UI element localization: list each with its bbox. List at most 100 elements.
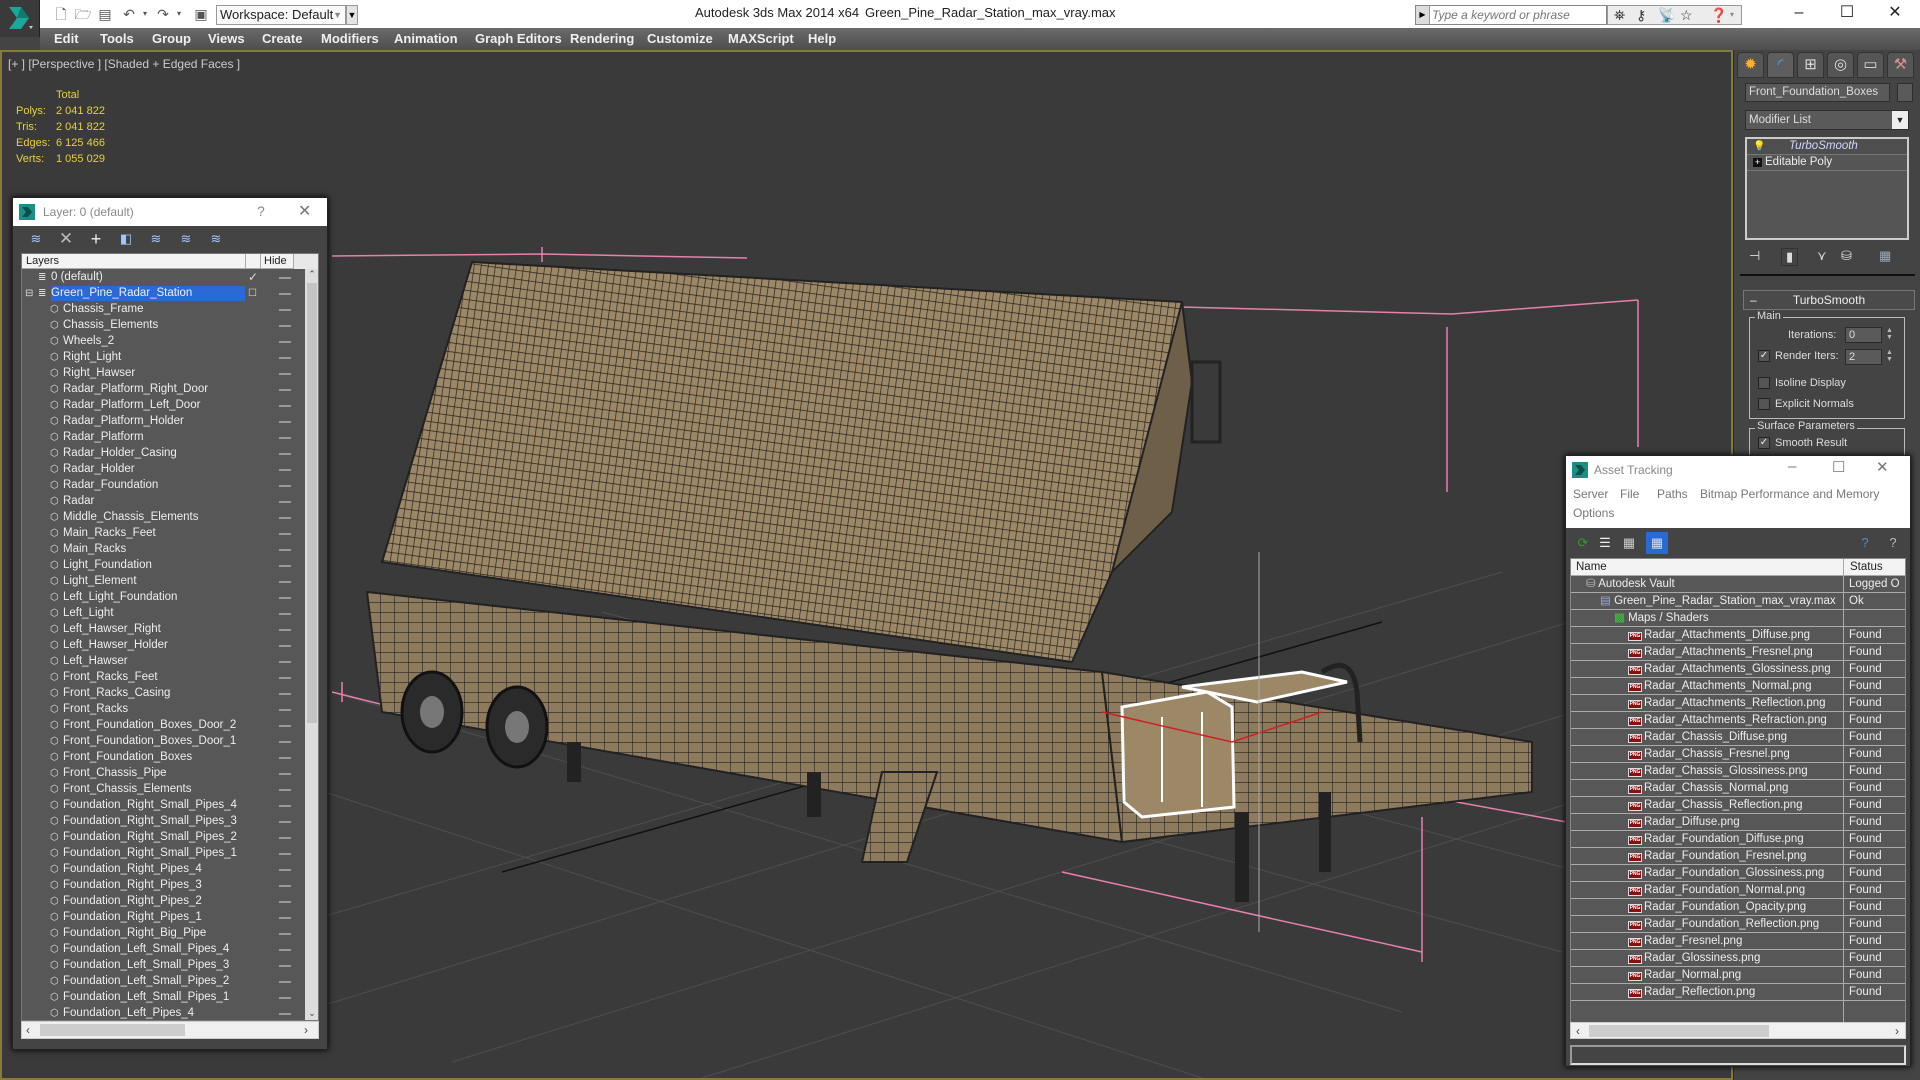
column-status[interactable]: Status [1843,559,1883,576]
hide-toggle[interactable] [279,1013,291,1015]
asset-row[interactable]: PNG Radar_Foundation_Reflection.png Found [1571,916,1905,933]
hide-toggle[interactable] [279,693,291,695]
hide-toggle[interactable] [279,405,291,407]
hide-toggle[interactable] [279,421,291,423]
current-layer-checkbox[interactable]: ☐ [248,286,257,301]
object-row[interactable]: ⬡ Foundation_Right_Small_Pipes_3 [22,814,297,830]
object-row[interactable]: ⬡ Front_Racks_Feet [22,670,297,686]
search-expand-icon[interactable]: ▶ [1416,6,1430,24]
undo-dropdown-icon[interactable]: ▾ [136,5,154,23]
asset-tracking-titlebar[interactable]: Asset Tracking – ☐ ✕ Server File Paths B… [1566,456,1910,528]
object-row[interactable]: ⬡ Front_Foundation_Boxes_Door_2 [22,718,297,734]
object-row[interactable]: ⬡ Radar_Holder [22,462,297,478]
object-row[interactable]: ⬡ Main_Racks [22,542,297,558]
hide-toggle[interactable] [279,997,291,999]
object-row[interactable]: ⬡ Foundation_Right_Small_Pipes_4 [22,798,297,814]
star-icon[interactable]: ☆ [1680,7,1693,23]
turbosmooth-rollout-header[interactable]: – TurboSmooth [1743,290,1915,310]
object-color-swatch[interactable] [1897,83,1913,102]
asset-row[interactable]: PNG Radar_Normal.png Found [1571,967,1905,984]
menu-maxscript[interactable]: MAXScript [728,31,794,46]
object-row[interactable]: ⬡ Foundation_Left_Small_Pipes_1 [22,990,297,1006]
object-row[interactable]: ⬡ Light_Foundation [22,558,297,574]
layer-window-titlebar[interactable]: Layer: 0 (default) ? ✕ [13,198,327,226]
scroll-right-icon[interactable]: › [304,1023,308,1037]
column-layers[interactable]: Layers [26,255,59,267]
object-row[interactable]: ⬡ Front_Racks_Casing [22,686,297,702]
isoline-display-checkbox[interactable] [1758,377,1770,389]
lightbulb-icon[interactable]: 💡 [1753,139,1765,154]
hide-toggle[interactable] [279,885,291,887]
asset-row[interactable]: ▩ Maps / Shaders [1571,610,1905,627]
asset-row[interactable]: PNG Radar_Foundation_Opacity.png Found [1571,899,1905,916]
help-button[interactable]: ? [257,203,265,219]
delete-layer-icon[interactable]: ✕ [57,230,75,248]
add-to-layer-icon[interactable]: + [87,230,105,248]
render-iters-checkbox[interactable]: ✓ [1758,350,1770,362]
hide-toggle[interactable] [279,373,291,375]
menu-rendering[interactable]: Rendering [570,31,634,46]
stack-item-turbosmooth[interactable]: 💡 TurboSmooth [1747,139,1907,155]
tree-view-icon[interactable]: ▦ [1620,534,1638,552]
object-row[interactable]: ⬡ Foundation_Left_Small_Pipes_4 [22,942,297,958]
asset-path-field[interactable] [1570,1045,1906,1065]
menu-modifiers[interactable]: Modifiers [321,31,379,46]
menu-group[interactable]: Group [152,31,191,46]
binoculars-icon[interactable]: ⛯ [1614,7,1625,23]
hide-toggle[interactable] [279,341,291,343]
scroll-left-icon[interactable]: ‹ [1576,1024,1580,1038]
object-row[interactable]: ⬡ Radar_Foundation [22,478,297,494]
search-input[interactable] [1432,6,1606,24]
asset-row[interactable]: PNG Radar_Attachments_Diffuse.png Found [1571,627,1905,644]
new-file-icon[interactable]: 🗋 [52,5,70,23]
scroll-down-icon[interactable]: ⌄ [305,1008,318,1020]
hide-toggle[interactable] [279,773,291,775]
object-row[interactable]: ⬡ Main_Racks_Feet [22,526,297,542]
object-row[interactable]: ⬡ Foundation_Left_Small_Pipes_3 [22,958,297,974]
save-icon[interactable]: ▤ [96,5,114,23]
list-view-icon[interactable]: ☰ [1596,534,1614,552]
hide-toggle[interactable] [279,821,291,823]
utilities-tab[interactable]: ⚒ [1887,52,1914,78]
hide-toggle[interactable] [279,949,291,951]
object-row[interactable]: ⬡ Front_Chassis_Elements [22,782,297,798]
object-row[interactable]: ⬡ Radar_Holder_Casing [22,446,297,462]
make-unique-icon[interactable]: ⋎ [1817,248,1827,264]
hide-toggle[interactable] [279,533,291,535]
hide-toggle[interactable] [279,469,291,471]
hide-toggle[interactable] [279,325,291,327]
hide-toggle[interactable] [279,629,291,631]
whats-this-icon[interactable]: ? [1884,534,1902,552]
menu-options[interactable]: Options [1573,506,1614,520]
spinner-arrows-icon[interactable]: ▲ ▼ [1885,327,1894,343]
configure-modifier-sets-icon[interactable]: ▦ [1879,248,1891,264]
display-tab[interactable]: ▭ [1857,52,1884,78]
create-tab[interactable]: ✹ [1737,52,1764,78]
asset-row[interactable]: PNG Radar_Foundation_Normal.png Found [1571,882,1905,899]
scroll-thumb[interactable] [1589,1025,1769,1037]
hide-toggle[interactable] [279,837,291,839]
object-row[interactable]: ⬡ Wheels_2 [22,334,297,350]
hide-toggle[interactable] [279,661,291,663]
stack-item-editable-poly[interactable]: + Editable Poly [1747,155,1907,171]
object-row[interactable]: ⬡ Radar_Platform_Right_Door [22,382,297,398]
maximize-button[interactable]: ☐ [1824,0,1870,28]
asset-row[interactable]: PNG Radar_Foundation_Diffuse.png Found [1571,831,1905,848]
workspace-dropdown[interactable]: Workspace: Default ▼ [216,5,346,25]
object-row[interactable]: ⬡ Radar [22,494,297,510]
hide-toggle[interactable] [279,789,291,791]
hide-toggle[interactable] [279,517,291,519]
asset-row[interactable]: PNG Radar_Glossiness.png Found [1571,950,1905,967]
smooth-result-checkbox[interactable]: ✓ [1758,437,1770,449]
object-row[interactable]: ⬡ Left_Hawser_Holder [22,638,297,654]
minimize-button[interactable]: – [1788,458,1796,475]
close-button[interactable]: ✕ [298,201,311,221]
quick-access-customize-button[interactable]: ▼ [346,5,358,25]
menu-tools[interactable]: Tools [100,31,134,46]
scroll-right-icon[interactable]: › [1895,1024,1899,1038]
explicit-normals-checkbox[interactable] [1758,398,1770,410]
object-row[interactable]: ⬡ Foundation_Left_Pipes_4 [22,1006,297,1020]
hide-toggle[interactable] [279,453,291,455]
hide-toggle[interactable] [279,933,291,935]
hide-toggle[interactable] [279,709,291,711]
